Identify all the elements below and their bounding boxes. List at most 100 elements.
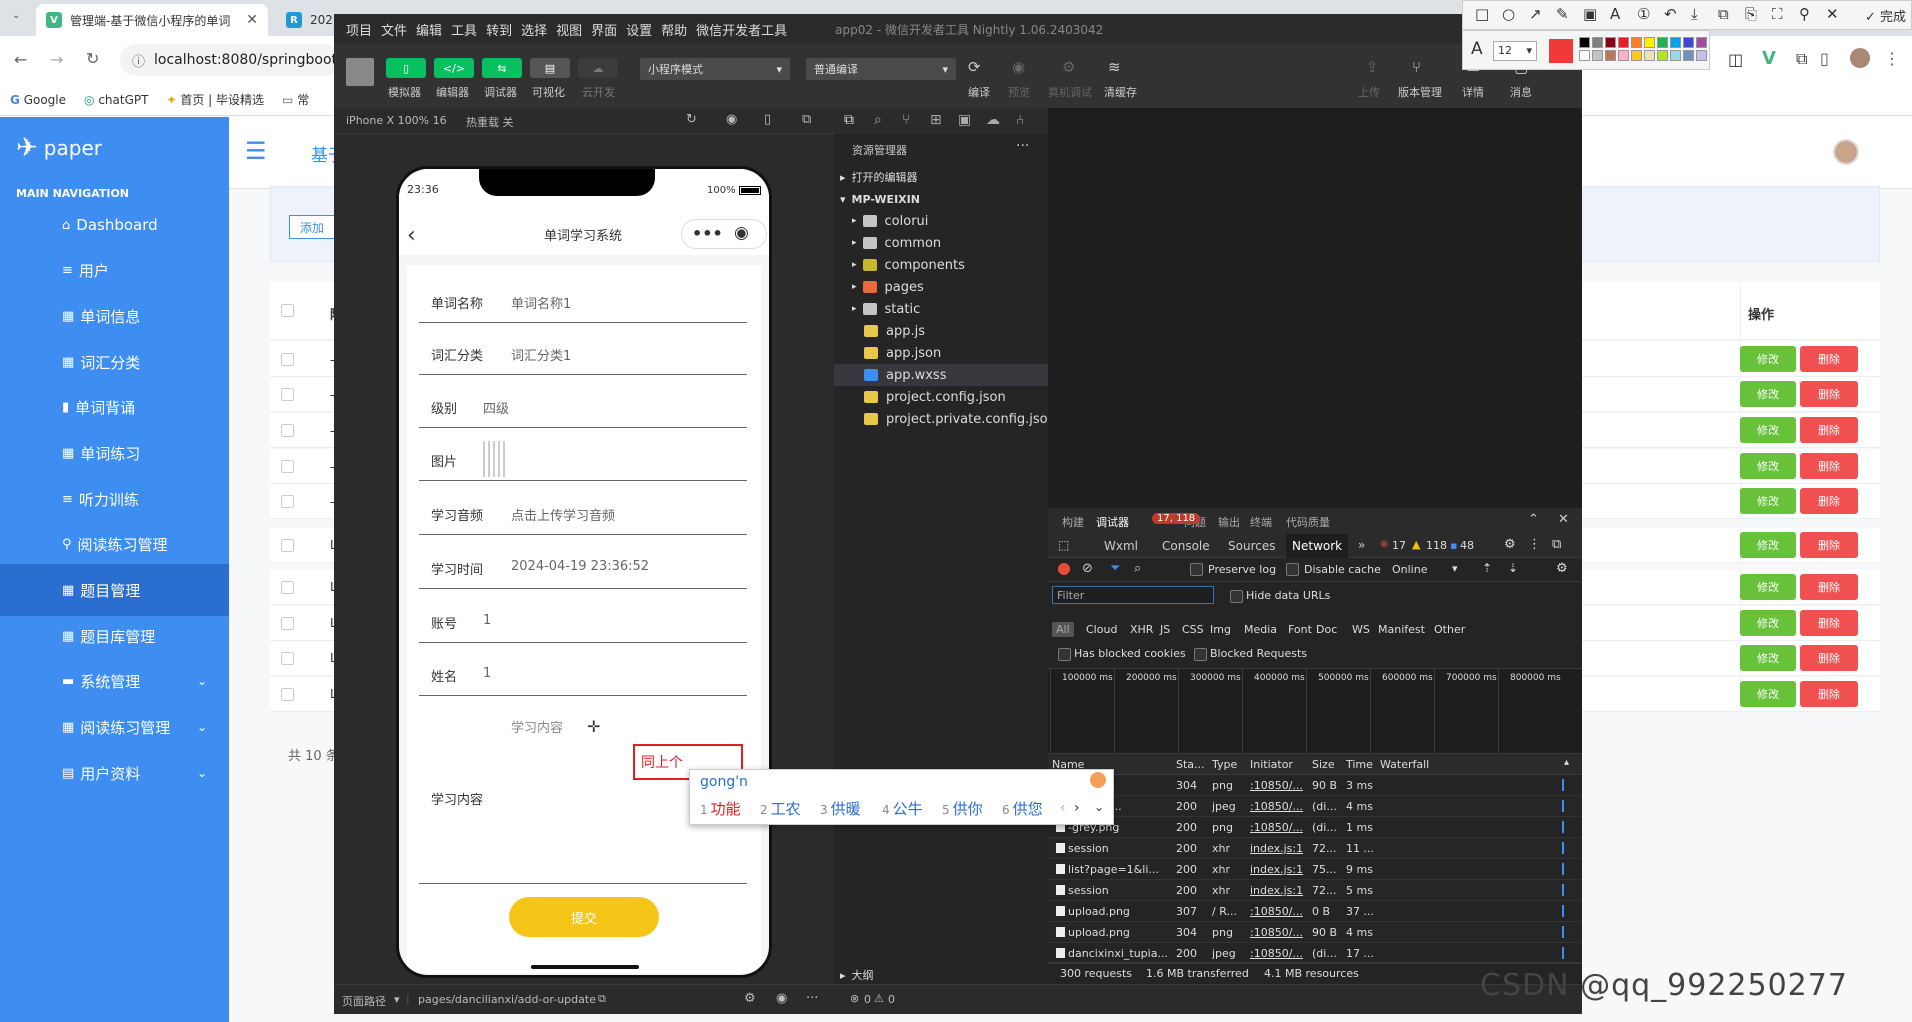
type-filter[interactable]: All [1052, 622, 1074, 637]
form-row[interactable]: 账号 1 [419, 589, 747, 643]
menu-item[interactable]: 微信开发者工具 [696, 20, 787, 39]
color-swatch[interactable] [1579, 50, 1590, 61]
eye-icon[interactable]: ◉ [776, 991, 787, 1006]
remote-debug-icon[interactable]: ⚙ [1062, 58, 1075, 76]
font-size-select[interactable]: 12 ▾ [1493, 41, 1537, 61]
project-root[interactable]: ▾ MP-WEIXIN [834, 188, 1048, 210]
row-checkbox[interactable] [281, 495, 294, 508]
menu-item[interactable]: 界面 [591, 20, 617, 39]
sidebar-item-7[interactable]: ⚲ 阅读练习管理 [0, 518, 229, 570]
color-swatch[interactable] [1592, 37, 1603, 48]
hot-reload-select[interactable]: 热重载 关 [466, 114, 514, 130]
number-icon[interactable]: ① [1637, 5, 1650, 23]
pin-icon[interactable]: ⧉ [1718, 5, 1729, 23]
debugger-tab[interactable]: 构建 [1062, 514, 1084, 530]
back-icon[interactable]: ← [14, 50, 27, 69]
edit-button[interactable]: 修改 [1740, 610, 1796, 636]
request-row[interactable]: session 200 xhr index.js:1 72... 5 ms [1048, 880, 1582, 901]
search-icon[interactable]: ⌕ [1134, 561, 1141, 576]
sidebar-item-4[interactable]: ▮ 单词背诵 [0, 381, 229, 433]
form-row[interactable]: 级别 四级 [419, 374, 747, 428]
devtools-subtab[interactable]: Wxml [1098, 534, 1144, 558]
sort-icon[interactable]: ▴ [1564, 757, 1569, 768]
sidebar-item-12[interactable]: ▤ 用户资料 ⌄ [0, 747, 229, 799]
record-icon[interactable] [1058, 563, 1070, 575]
color-swatch[interactable] [1618, 50, 1629, 61]
vue-devtools-icon[interactable]: V [1762, 48, 1776, 69]
delete-button[interactable]: 删除 [1800, 381, 1858, 407]
device-select[interactable]: iPhone X 100% 16 [346, 114, 447, 127]
form-row[interactable]: 图片 [419, 427, 747, 481]
ime-next-icon[interactable]: › [1074, 800, 1080, 816]
form-row[interactable]: 姓名 1 [419, 642, 747, 696]
tree-item[interactable]: ▸ common [834, 232, 1048, 254]
more-icon[interactable]: ⋮ [1884, 49, 1900, 68]
request-row[interactable]: session 200 xhr index.js:1 72... 11 ... [1048, 838, 1582, 859]
tree-item[interactable]: ▸ colorui [834, 210, 1048, 232]
color-swatch[interactable] [1683, 37, 1694, 48]
text-icon[interactable]: A [1610, 5, 1620, 23]
cloud-icon[interactable]: ☁ [986, 112, 1000, 128]
type-filter[interactable]: Doc [1312, 622, 1341, 637]
undo-icon[interactable]: ↶ [1664, 5, 1677, 23]
debugger-button[interactable]: ⇆ [482, 58, 522, 78]
type-filter[interactable]: CSS [1178, 622, 1208, 637]
tree-item[interactable]: ▸ static [834, 298, 1048, 320]
color-swatch[interactable] [1592, 50, 1603, 61]
debugger-tab[interactable]: 终端 [1250, 514, 1272, 530]
settings-icon[interactable]: ⚙ [744, 991, 756, 1006]
devtools-subtab[interactable]: Network [1286, 534, 1349, 558]
disable-cache-checkbox[interactable] [1286, 563, 1299, 576]
menu-item[interactable]: 文件 [381, 20, 407, 39]
delete-button[interactable]: 删除 [1800, 532, 1858, 558]
tree-item[interactable]: project.private.config.json [834, 408, 1056, 430]
bookmark-chatgpt[interactable]: ◎ chatGPT [84, 93, 148, 107]
copy-icon[interactable]: ⧉ [598, 992, 606, 1006]
tree-item[interactable]: ▸ components [834, 254, 1048, 276]
sidebar-item-1[interactable]: ≡ 用户 [0, 244, 229, 296]
column-header[interactable]: Sta... [1176, 758, 1205, 771]
close-icon[interactable]: ✕ [1558, 512, 1569, 527]
browser-tab-active[interactable]: V 管理端-基于微信小程序的单词 ✕ [36, 4, 268, 36]
back-icon[interactable]: ‹ [407, 223, 416, 248]
color-swatch[interactable] [1644, 50, 1655, 61]
devtools-subtab[interactable]: Console [1156, 534, 1216, 558]
blocked-cookies-checkbox[interactable] [1058, 648, 1071, 661]
delete-button[interactable]: 删除 [1800, 681, 1858, 707]
form-row[interactable]: 学习时间 2024-04-19 23:36:52 [419, 535, 747, 589]
copy-icon[interactable]: ⎘ [1745, 5, 1757, 23]
error-count[interactable]: 17 [1392, 539, 1406, 552]
devtools-subtab[interactable]: Sources [1222, 534, 1281, 558]
column-header[interactable]: Initiator [1250, 758, 1293, 771]
edit-button[interactable]: 修改 [1740, 645, 1796, 671]
debugger-tab[interactable]: 输出 [1218, 514, 1240, 530]
rect-icon[interactable]: □ [1475, 5, 1489, 23]
color-swatch[interactable] [1657, 50, 1668, 61]
ime-prev-icon[interactable]: ‹ [1060, 800, 1066, 816]
avatar[interactable] [346, 58, 374, 86]
color-swatch[interactable] [1696, 37, 1707, 48]
delete-button[interactable]: 删除 [1800, 417, 1858, 443]
browser-tab[interactable]: R 2021 [276, 4, 336, 36]
color-swatch[interactable] [1579, 37, 1590, 48]
edit-button[interactable]: 修改 [1740, 574, 1796, 600]
visual-button[interactable]: ▤ [530, 58, 570, 78]
sidebar-item-11[interactable]: ▦ 阅读练习管理 ⌄ [0, 701, 229, 753]
delete-button[interactable]: 删除 [1800, 610, 1858, 636]
reload-icon[interactable]: ↻ [86, 49, 99, 68]
more-icon[interactable]: ••• [692, 224, 723, 243]
preserve-log-checkbox[interactable] [1190, 563, 1203, 576]
clear-icon[interactable]: ⊘ [1082, 561, 1093, 576]
export-icon[interactable]: ⇣ [1508, 561, 1518, 575]
type-filter[interactable]: Img [1206, 622, 1235, 637]
ime-candidate[interactable]: 3 供暖 [820, 798, 861, 819]
edit-button[interactable]: 修改 [1740, 488, 1796, 514]
tree-item[interactable]: app.json [834, 342, 1048, 364]
request-row[interactable]: upload.png 304 png:10850/... 90 B 4 ms [1048, 922, 1582, 943]
collapse-icon[interactable]: ⌃ [1528, 512, 1539, 527]
type-filter[interactable]: Media [1240, 622, 1281, 637]
menu-item[interactable]: 选择 [521, 20, 547, 39]
blocked-requests-checkbox[interactable] [1194, 648, 1207, 661]
sidebar-item-5[interactable]: ▦ 单词练习 [0, 427, 229, 479]
status-warnings[interactable]: 0 [888, 993, 895, 1006]
